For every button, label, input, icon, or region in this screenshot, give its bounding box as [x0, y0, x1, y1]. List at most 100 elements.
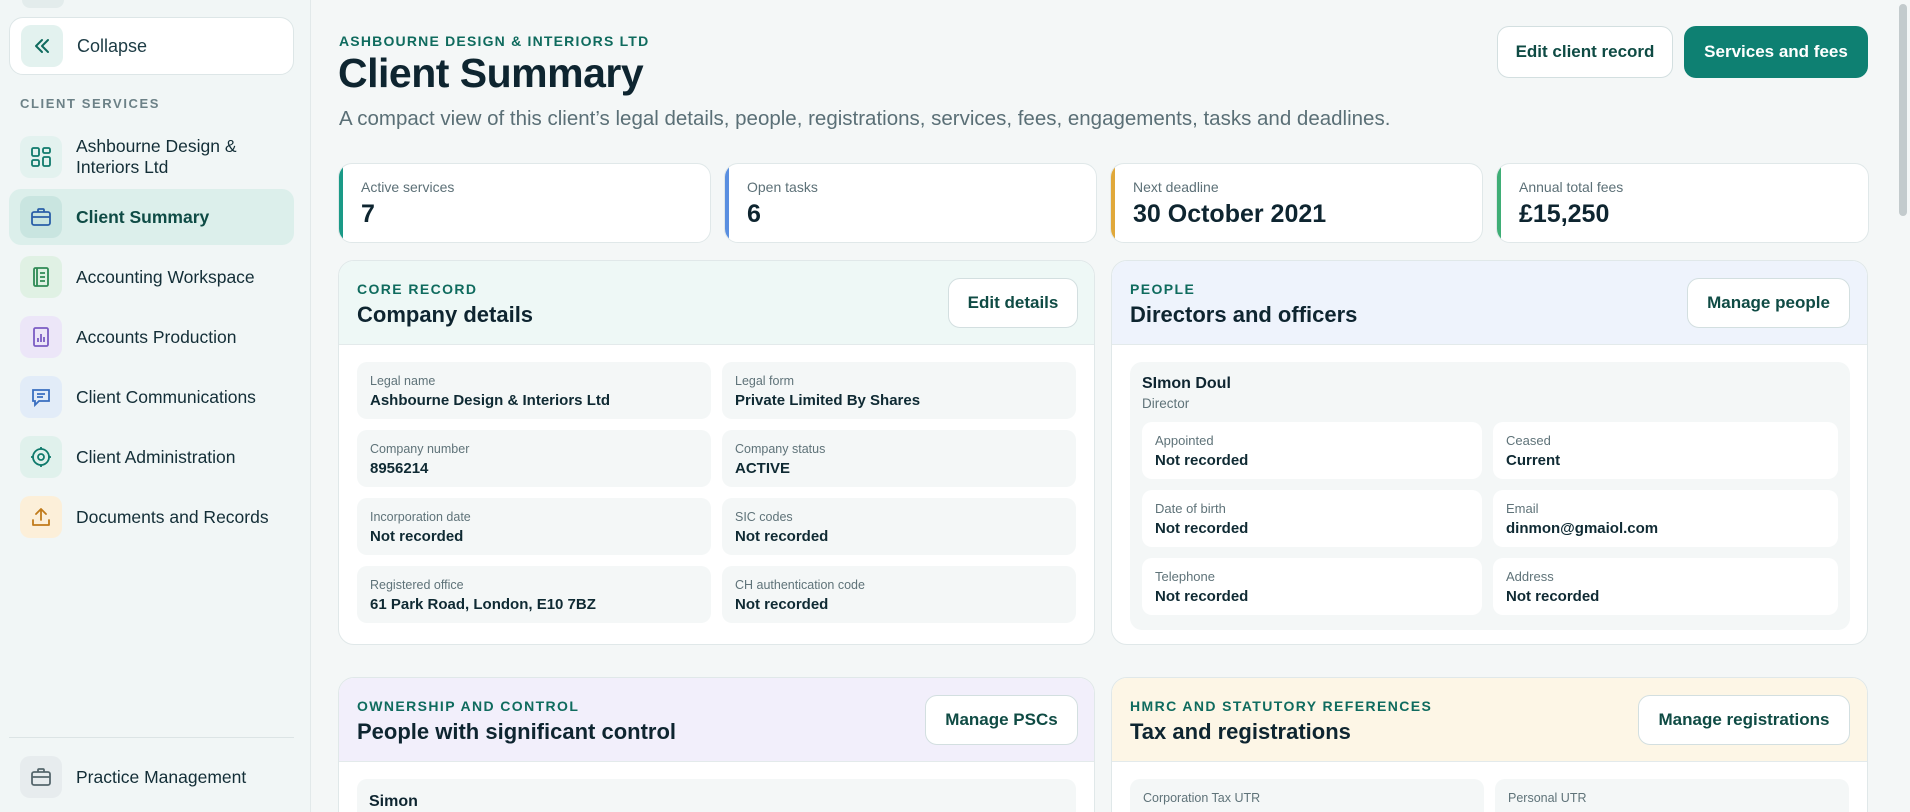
card-title: Tax and registrations [1130, 719, 1351, 744]
field-label: Ceased [1506, 433, 1551, 448]
card-header: CORE RECORD Company details Edit details [339, 261, 1094, 345]
company-details-card: CORE RECORD Company details Edit details… [338, 260, 1095, 645]
card-title: People with significant control [357, 719, 677, 744]
field-company-number: Company number 8956214 [357, 430, 711, 487]
sidebar-divider [9, 737, 294, 738]
ledger-icon [20, 256, 62, 298]
stat-label: Annual total fees [1519, 179, 1624, 195]
sidebar-item-label: Documents and Records [76, 506, 269, 527]
sidebar-item-documents-records[interactable]: Documents and Records [9, 489, 294, 545]
sidebar-item-client-communications[interactable]: Client Communications [9, 369, 294, 425]
field-label: Corporation Tax UTR [1143, 791, 1261, 805]
sidebar: Collapse CLIENT SERVICES Ashbourne Desig… [0, 0, 311, 812]
field-value: 8956214 [370, 460, 429, 477]
field-personal-utr: Personal UTR [1495, 779, 1849, 812]
bar-chart-icon [20, 316, 62, 358]
card-kicker: OWNERSHIP AND CONTROL [357, 698, 580, 714]
stat-accent-bar [1497, 164, 1501, 242]
upload-icon [20, 496, 62, 538]
scrollbar-track[interactable] [1896, 0, 1910, 812]
field-label: Incorporation date [370, 510, 471, 524]
field-value: Private Limited By Shares [735, 392, 921, 409]
sidebar-item-accounting-workspace[interactable]: Accounting Workspace [9, 249, 294, 305]
sidebar-item-practice-management[interactable]: Practice Management [9, 749, 294, 805]
card-kicker: CORE RECORD [357, 281, 478, 297]
field-value: Not recorded [735, 528, 829, 545]
stat-accent-bar [725, 164, 729, 242]
sidebar-item-label: Accounts Production [76, 326, 237, 347]
field-value: Ashbourne Design & Interiors Ltd [370, 392, 611, 409]
person-field-ceased: Ceased Current [1493, 422, 1838, 479]
field-corporation-tax-utr: Corporation Tax UTR 1234567890 [1130, 779, 1484, 812]
field-value: Not recorded [1155, 452, 1249, 469]
field-value: Current [1506, 452, 1561, 469]
card-kicker: HMRC AND STATUTORY REFERENCES [1130, 698, 1433, 714]
field-label: Address [1506, 569, 1554, 584]
services-and-fees-button[interactable]: Services and fees [1684, 26, 1868, 78]
company-label: ASHBOURNE DESIGN & INTERIORS LTD [339, 33, 650, 49]
manage-pscs-button[interactable]: Manage PSCs [925, 695, 1078, 745]
page-subtitle: A compact view of this client’s legal de… [339, 107, 1391, 130]
psc-entry: Simon [357, 779, 1076, 812]
person-field-appointed: Appointed Not recorded [1142, 422, 1482, 479]
sidebar-item-label: Client Summary [76, 206, 210, 227]
field-legal-form: Legal form Private Limited By Shares [722, 362, 1076, 419]
field-incorporation-date: Incorporation date Not recorded [357, 498, 711, 555]
field-label: Telephone [1155, 569, 1215, 584]
edit-client-record-button[interactable]: Edit client record [1497, 26, 1673, 78]
collapse-label: Collapse [77, 35, 148, 56]
briefcase-icon [20, 756, 62, 798]
field-label: SIC codes [735, 510, 793, 524]
edit-details-button[interactable]: Edit details [948, 278, 1078, 328]
person-field-telephone: Telephone Not recorded [1142, 558, 1482, 615]
sidebar-item-client-summary[interactable]: Client Summary [9, 189, 294, 245]
page-title: Client Summary [338, 50, 644, 96]
stat-value: 30 October 2021 [1133, 200, 1327, 228]
field-company-status: Company status ACTIVE [722, 430, 1076, 487]
field-sic-codes: SIC codes Not recorded [722, 498, 1076, 555]
person-name: SImon Doul [1142, 375, 1231, 392]
scrollbar-thumb[interactable] [1899, 4, 1907, 216]
sidebar-item-label: Practice Management [76, 766, 247, 787]
stat-card-next-deadline: Next deadline 30 October 2021 [1110, 163, 1483, 243]
field-value: 61 Park Road, London, E10 7BZ [370, 596, 596, 613]
field-value: Not recorded [735, 596, 829, 613]
card-header: PEOPLE Directors and officers Manage peo… [1112, 261, 1867, 345]
field-ch-auth-code: CH authentication code Not recorded [722, 566, 1076, 623]
stat-label: Open tasks [747, 179, 818, 195]
field-label: Email [1506, 501, 1539, 516]
stat-value: £15,250 [1519, 200, 1610, 228]
manage-people-button[interactable]: Manage people [1687, 278, 1850, 328]
dashboard-grid-icon [20, 136, 62, 178]
stat-card-open-tasks: Open tasks 6 [724, 163, 1097, 243]
field-registered-office: Registered office 61 Park Road, London, … [357, 566, 711, 623]
stat-card-active-services: Active services 7 [338, 163, 711, 243]
stat-value: 7 [361, 200, 375, 228]
sidebar-item-label: Client Administration [76, 446, 236, 467]
collapse-button[interactable]: Collapse [9, 17, 294, 75]
field-legal-name: Legal name Ashbourne Design & Interiors … [357, 362, 711, 419]
manage-registrations-button[interactable]: Manage registrations [1638, 695, 1850, 745]
stat-card-annual-fees: Annual total fees £15,250 [1496, 163, 1869, 243]
person-field-email: Email dinmon@gmaiol.com [1493, 490, 1838, 547]
stat-label: Active services [361, 179, 455, 195]
sidebar-item-client-administration[interactable]: Client Administration [9, 429, 294, 485]
field-label: Personal UTR [1508, 791, 1587, 805]
double-chevron-left-icon [21, 25, 63, 67]
sidebar-item-label: Client Communications [76, 386, 256, 407]
field-label: Company number [370, 442, 470, 456]
tax-registrations-card: HMRC AND STATUTORY REFERENCES Tax and re… [1111, 677, 1868, 812]
field-value: ACTIVE [735, 460, 791, 477]
stat-value: 6 [747, 200, 761, 228]
person-field-address: Address Not recorded [1493, 558, 1838, 615]
sidebar-item-accounts-production[interactable]: Accounts Production [9, 309, 294, 365]
person-field-dob: Date of birth Not recorded [1142, 490, 1482, 547]
card-kicker: PEOPLE [1130, 281, 1196, 297]
sidebar-item-ashbourne[interactable]: Ashbourne Design & Interiors Ltd [9, 129, 294, 185]
field-label: Legal name [370, 374, 436, 388]
field-value: dinmon@gmaiol.com [1506, 520, 1659, 537]
field-value: Not recorded [1506, 588, 1600, 605]
card-title: Directors and officers [1130, 302, 1358, 327]
card-header: HMRC AND STATUTORY REFERENCES Tax and re… [1112, 678, 1867, 762]
psc-name: Simon [369, 793, 418, 810]
